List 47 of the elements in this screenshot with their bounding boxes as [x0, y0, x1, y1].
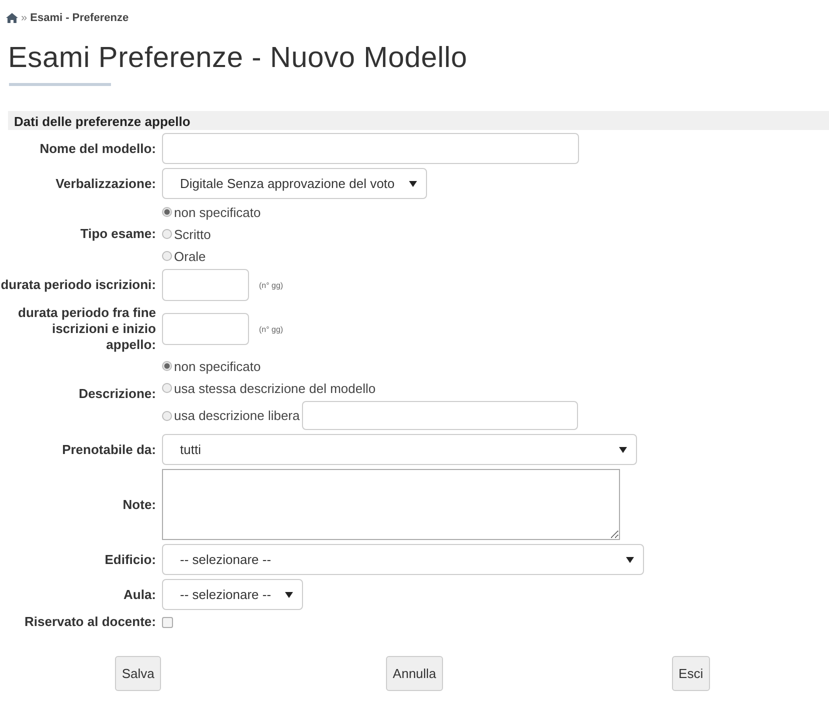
field-label: Tipo esame: — [79, 226, 157, 242]
form-button[interactable]: Esci — [672, 656, 710, 691]
radio-label: Scritto — [174, 226, 211, 242]
form-button[interactable]: Salva — [114, 656, 162, 691]
notes-textarea[interactable] — [162, 469, 620, 540]
field-label: Note: — [122, 496, 157, 512]
radio-label: usa descrizione libera — [174, 408, 300, 423]
radio-label: non specificato — [174, 358, 261, 374]
field-label: Prenotabile da: — [61, 442, 157, 458]
field-label: durata periodo iscrizioni: — [0, 277, 157, 293]
form-button[interactable]: Annulla — [386, 656, 444, 691]
dropdown[interactable]: -- selezionare -- — [162, 544, 644, 575]
home-icon[interactable] — [6, 13, 18, 23]
input-field[interactable] — [162, 133, 579, 164]
section-header: Dati delle preferenze appello — [8, 111, 829, 130]
unit-hint: (n° gg) — [259, 280, 284, 290]
caret-icon — [285, 592, 294, 598]
checkbox[interactable] — [162, 616, 173, 628]
radio-button[interactable] — [162, 361, 172, 371]
page-title: Esami Preferenze - Nuovo Modello — [8, 42, 468, 75]
input-field[interactable] — [162, 313, 249, 345]
breadcrumb-item[interactable]: Esami - Preferenze — [30, 12, 129, 24]
radio-label: Orale — [174, 248, 206, 264]
input-field[interactable] — [302, 401, 578, 430]
caret-icon — [408, 180, 417, 186]
field-label: Aula: — [122, 586, 157, 602]
radio-button[interactable] — [162, 251, 172, 261]
input-field[interactable] — [162, 269, 249, 301]
unit-hint: (n° gg) — [259, 324, 284, 334]
radio-label: usa stessa descrizione del modello — [174, 380, 376, 396]
caret-icon — [619, 446, 627, 452]
dropdown[interactable]: Digitale Senza approvazione del voto — [162, 168, 427, 199]
breadcrumb-separator: » — [21, 12, 28, 24]
dropdown[interactable]: -- selezionare -- — [162, 579, 304, 610]
field-label: Verbalizzazione: — [54, 176, 157, 192]
field-label: Nome del modello: — [38, 140, 157, 156]
radio-button[interactable] — [162, 410, 172, 420]
dropdown[interactable]: tutti — [162, 434, 637, 465]
caret-icon — [626, 556, 634, 562]
field-label: Descrizione: — [78, 386, 157, 402]
field-label: Edificio: — [104, 552, 157, 568]
field-label: durata periodo fra fine iscrizioni e inizio appello: — [17, 305, 157, 353]
field-label: Riservato al docente: — [24, 614, 157, 630]
radio-label: non specificato — [174, 204, 261, 220]
radio-button[interactable] — [162, 229, 172, 239]
radio-button[interactable] — [162, 207, 172, 217]
radio-button[interactable] — [162, 383, 172, 393]
